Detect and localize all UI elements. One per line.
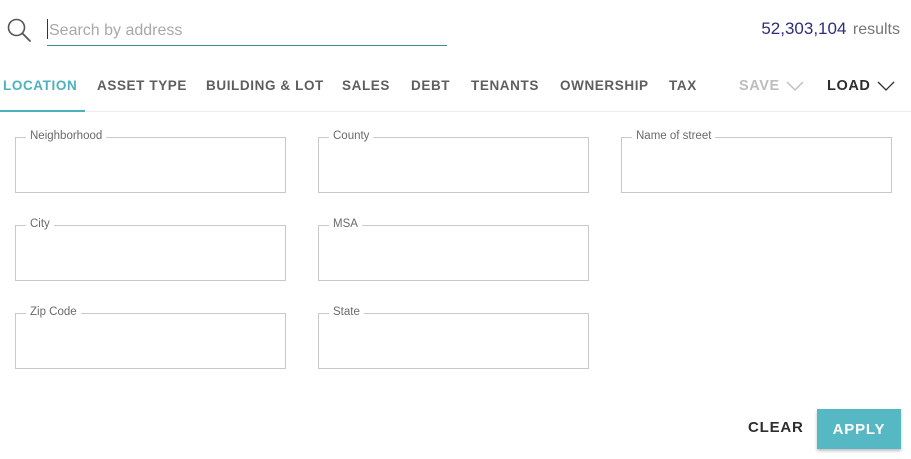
- msa-field[interactable]: MSA: [318, 218, 589, 281]
- state-field[interactable]: State: [318, 306, 589, 369]
- text-caret: [47, 19, 48, 39]
- state-input[interactable]: [331, 332, 576, 360]
- tab-ownership[interactable]: OWNERSHIP: [560, 78, 649, 93]
- county-label: County: [329, 130, 374, 142]
- name-of-street-input[interactable]: [634, 156, 879, 184]
- tab-tenants[interactable]: TENANTS: [471, 78, 539, 93]
- results-label: results: [852, 21, 900, 38]
- search-icon[interactable]: [6, 17, 32, 43]
- results-count: 52,303,104: [761, 19, 847, 38]
- filter-tabs: LOCATION ASSET TYPE BUILDING & LOT SALES…: [0, 66, 911, 112]
- search-bar: 52,303,104 results: [0, 0, 911, 60]
- load-label: LOAD: [827, 78, 871, 94]
- active-tab-indicator: [0, 110, 85, 112]
- save-dropdown[interactable]: SAVE: [739, 78, 804, 94]
- chevron-down-icon: [877, 81, 895, 92]
- county-field[interactable]: County: [318, 130, 589, 193]
- neighborhood-label: Neighborhood: [26, 130, 107, 142]
- name-of-street-label: Name of street: [632, 130, 716, 142]
- city-field[interactable]: City: [15, 218, 286, 281]
- tab-asset-type[interactable]: ASSET TYPE: [97, 78, 187, 93]
- results-summary: 52,303,104 results: [761, 19, 900, 39]
- name-of-street-field[interactable]: Name of street: [621, 130, 892, 193]
- tab-debt[interactable]: DEBT: [411, 78, 450, 93]
- neighborhood-field[interactable]: Neighborhood: [15, 130, 286, 193]
- apply-button[interactable]: APPLY: [817, 409, 901, 449]
- neighborhood-input[interactable]: [28, 156, 273, 184]
- tab-tax[interactable]: TAX: [669, 78, 697, 93]
- state-label: State: [329, 306, 364, 318]
- zip-code-label: Zip Code: [26, 306, 81, 318]
- city-label: City: [26, 218, 54, 230]
- save-label: SAVE: [739, 78, 780, 94]
- load-dropdown[interactable]: LOAD: [827, 78, 895, 94]
- clear-button[interactable]: CLEAR: [748, 419, 804, 436]
- msa-input[interactable]: [331, 244, 576, 272]
- zip-code-input[interactable]: [28, 332, 273, 360]
- tab-sales[interactable]: SALES: [342, 78, 390, 93]
- city-input[interactable]: [28, 244, 273, 272]
- zip-code-field[interactable]: Zip Code: [15, 306, 286, 369]
- county-input[interactable]: [331, 156, 576, 184]
- tab-location[interactable]: LOCATION: [3, 78, 77, 93]
- search-input[interactable]: [47, 16, 447, 46]
- msa-label: MSA: [329, 218, 362, 230]
- tab-building-lot[interactable]: BUILDING & LOT: [206, 78, 324, 93]
- chevron-down-icon: [786, 81, 804, 92]
